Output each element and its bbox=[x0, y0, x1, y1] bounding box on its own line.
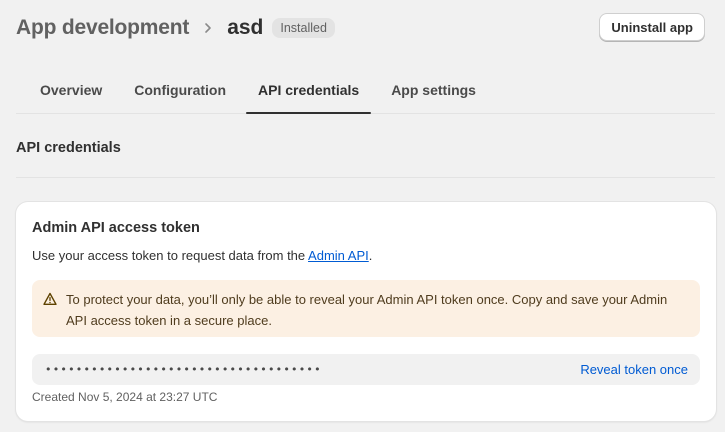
section-divider bbox=[16, 177, 715, 178]
tab-configuration[interactable]: Configuration bbox=[122, 66, 238, 113]
card-description: Use your access token to request data fr… bbox=[32, 248, 372, 263]
tab-overview[interactable]: Overview bbox=[28, 66, 114, 113]
tab-bar: Overview Configuration API credentials A… bbox=[16, 66, 715, 114]
warning-text: To protect your data, you’ll only be abl… bbox=[66, 292, 668, 328]
masked-token: •••••••••••••••••••••••••••••••••••• bbox=[45, 363, 322, 376]
tab-api-credentials[interactable]: API credentials bbox=[246, 66, 372, 114]
uninstall-app-button[interactable]: Uninstall app bbox=[599, 13, 705, 41]
token-field: •••••••••••••••••••••••••••••••••••• Rev… bbox=[32, 354, 700, 385]
admin-api-token-card: Admin API access token Use your access t… bbox=[16, 202, 716, 421]
admin-api-link[interactable]: Admin API bbox=[308, 248, 369, 263]
chevron-right-icon bbox=[203, 22, 213, 34]
tab-app-settings[interactable]: App settings bbox=[379, 66, 488, 113]
reveal-token-button[interactable]: Reveal token once bbox=[580, 362, 688, 377]
alert-triangle-icon bbox=[43, 291, 57, 305]
description-suffix: . bbox=[368, 248, 373, 263]
page-title: asd bbox=[227, 16, 264, 39]
warning-banner: To protect your data, you’ll only be abl… bbox=[32, 280, 700, 337]
card-title: Admin API access token bbox=[32, 220, 200, 236]
status-badge: Installed bbox=[272, 18, 335, 38]
page-header: App development asd Installed Uninstall … bbox=[16, 13, 715, 43]
section-title: API credentials bbox=[16, 140, 121, 156]
breadcrumb-parent[interactable]: App development bbox=[16, 16, 189, 40]
description-text: Use your access token to request data fr… bbox=[32, 248, 309, 263]
created-timestamp: Created Nov 5, 2024 at 23:27 UTC bbox=[32, 390, 218, 404]
